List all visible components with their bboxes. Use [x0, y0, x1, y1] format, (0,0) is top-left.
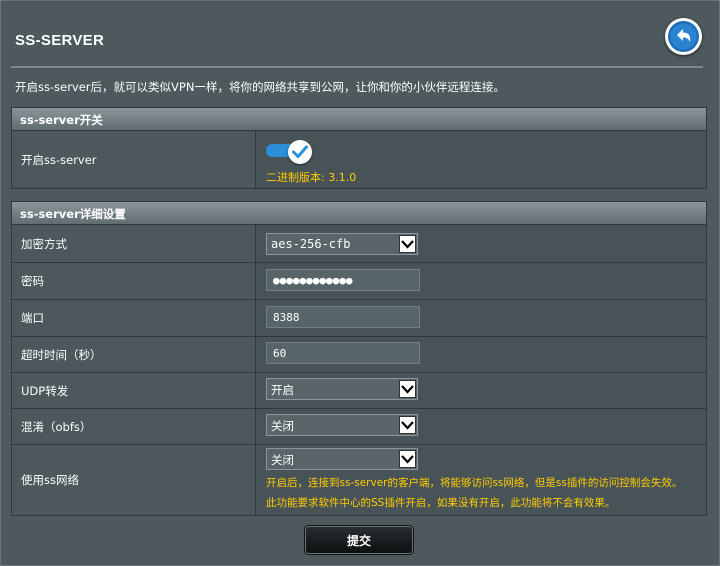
chevron-down-icon: [399, 450, 416, 468]
row-password: 密码 ●●●●●●●●●●●●: [11, 263, 707, 300]
row-timeout: 超时时间（秒） 60: [11, 337, 707, 373]
row-label: 开启ss-server: [12, 131, 256, 188]
header-divider: [11, 66, 703, 68]
obfs-select[interactable]: 关闭: [266, 414, 418, 436]
use-ss-note-line1: 开启后，连接到ss-server的客户端，将能够访问ss网络，但是ss插件的访问…: [266, 477, 683, 489]
timeout-input[interactable]: 60: [266, 342, 420, 364]
chevron-down-icon: [399, 380, 416, 398]
row-label: 端口: [12, 300, 256, 336]
page-description: 开启ss-server后，就可以类似VPN一样，将你的网络共享到公网，让你和你的…: [15, 80, 505, 94]
udp-select[interactable]: 开启: [266, 378, 418, 400]
back-arrow-icon: [668, 21, 699, 52]
check-icon: [292, 145, 308, 158]
select-value: 关闭: [271, 419, 294, 433]
toggle-knob: [288, 140, 312, 164]
chevron-down-icon: [399, 235, 416, 253]
encryption-select[interactable]: aes-256-cfb: [266, 233, 418, 255]
port-input[interactable]: 8388: [266, 306, 420, 328]
enable-toggle[interactable]: [266, 140, 312, 164]
row-enable-ss-server: 开启ss-server 二进制版本: 3.1.0: [11, 131, 707, 189]
ss-server-panel: SS-SERVER 开启ss-server后，就可以类似VPN一样，将你的网络共…: [0, 0, 720, 566]
use-ss-note-line2: 此功能要求软件中心的SS插件开启，如果没有开启，此功能将不会有效果。: [266, 497, 616, 509]
row-label: UDP转发: [12, 373, 256, 408]
row-label: 密码: [12, 263, 256, 299]
binary-version: 二进制版本: 3.1.0: [266, 171, 357, 184]
section-header-details: ss-server详细设置: [11, 201, 707, 225]
row-label: 加密方式: [12, 225, 256, 262]
section-header-switch: ss-server开关: [11, 107, 707, 131]
row-encryption: 加密方式 aes-256-cfb: [11, 225, 707, 263]
row-port: 端口 8388: [11, 300, 707, 337]
select-value: aes-256-cfb: [271, 237, 351, 251]
row-obfs: 混淆（obfs） 关闭: [11, 409, 707, 445]
submit-button[interactable]: 提交: [304, 525, 414, 555]
page-title: SS-SERVER: [15, 32, 105, 49]
chevron-down-icon: [399, 416, 416, 434]
row-label: 混淆（obfs）: [12, 409, 256, 444]
select-value: 关闭: [271, 453, 294, 467]
row-use-ss-network: 使用ss网络 关闭 开启后，连接到ss-server的客户端，将能够访问ss网络…: [11, 445, 707, 516]
select-value: 开启: [271, 383, 294, 397]
back-button[interactable]: [665, 18, 702, 55]
use-ss-network-select[interactable]: 关闭: [266, 448, 418, 470]
row-label: 使用ss网络: [12, 445, 256, 515]
password-input[interactable]: ●●●●●●●●●●●●: [266, 269, 420, 291]
row-label: 超时时间（秒）: [12, 337, 256, 372]
row-udp: UDP转发 开启: [11, 373, 707, 409]
